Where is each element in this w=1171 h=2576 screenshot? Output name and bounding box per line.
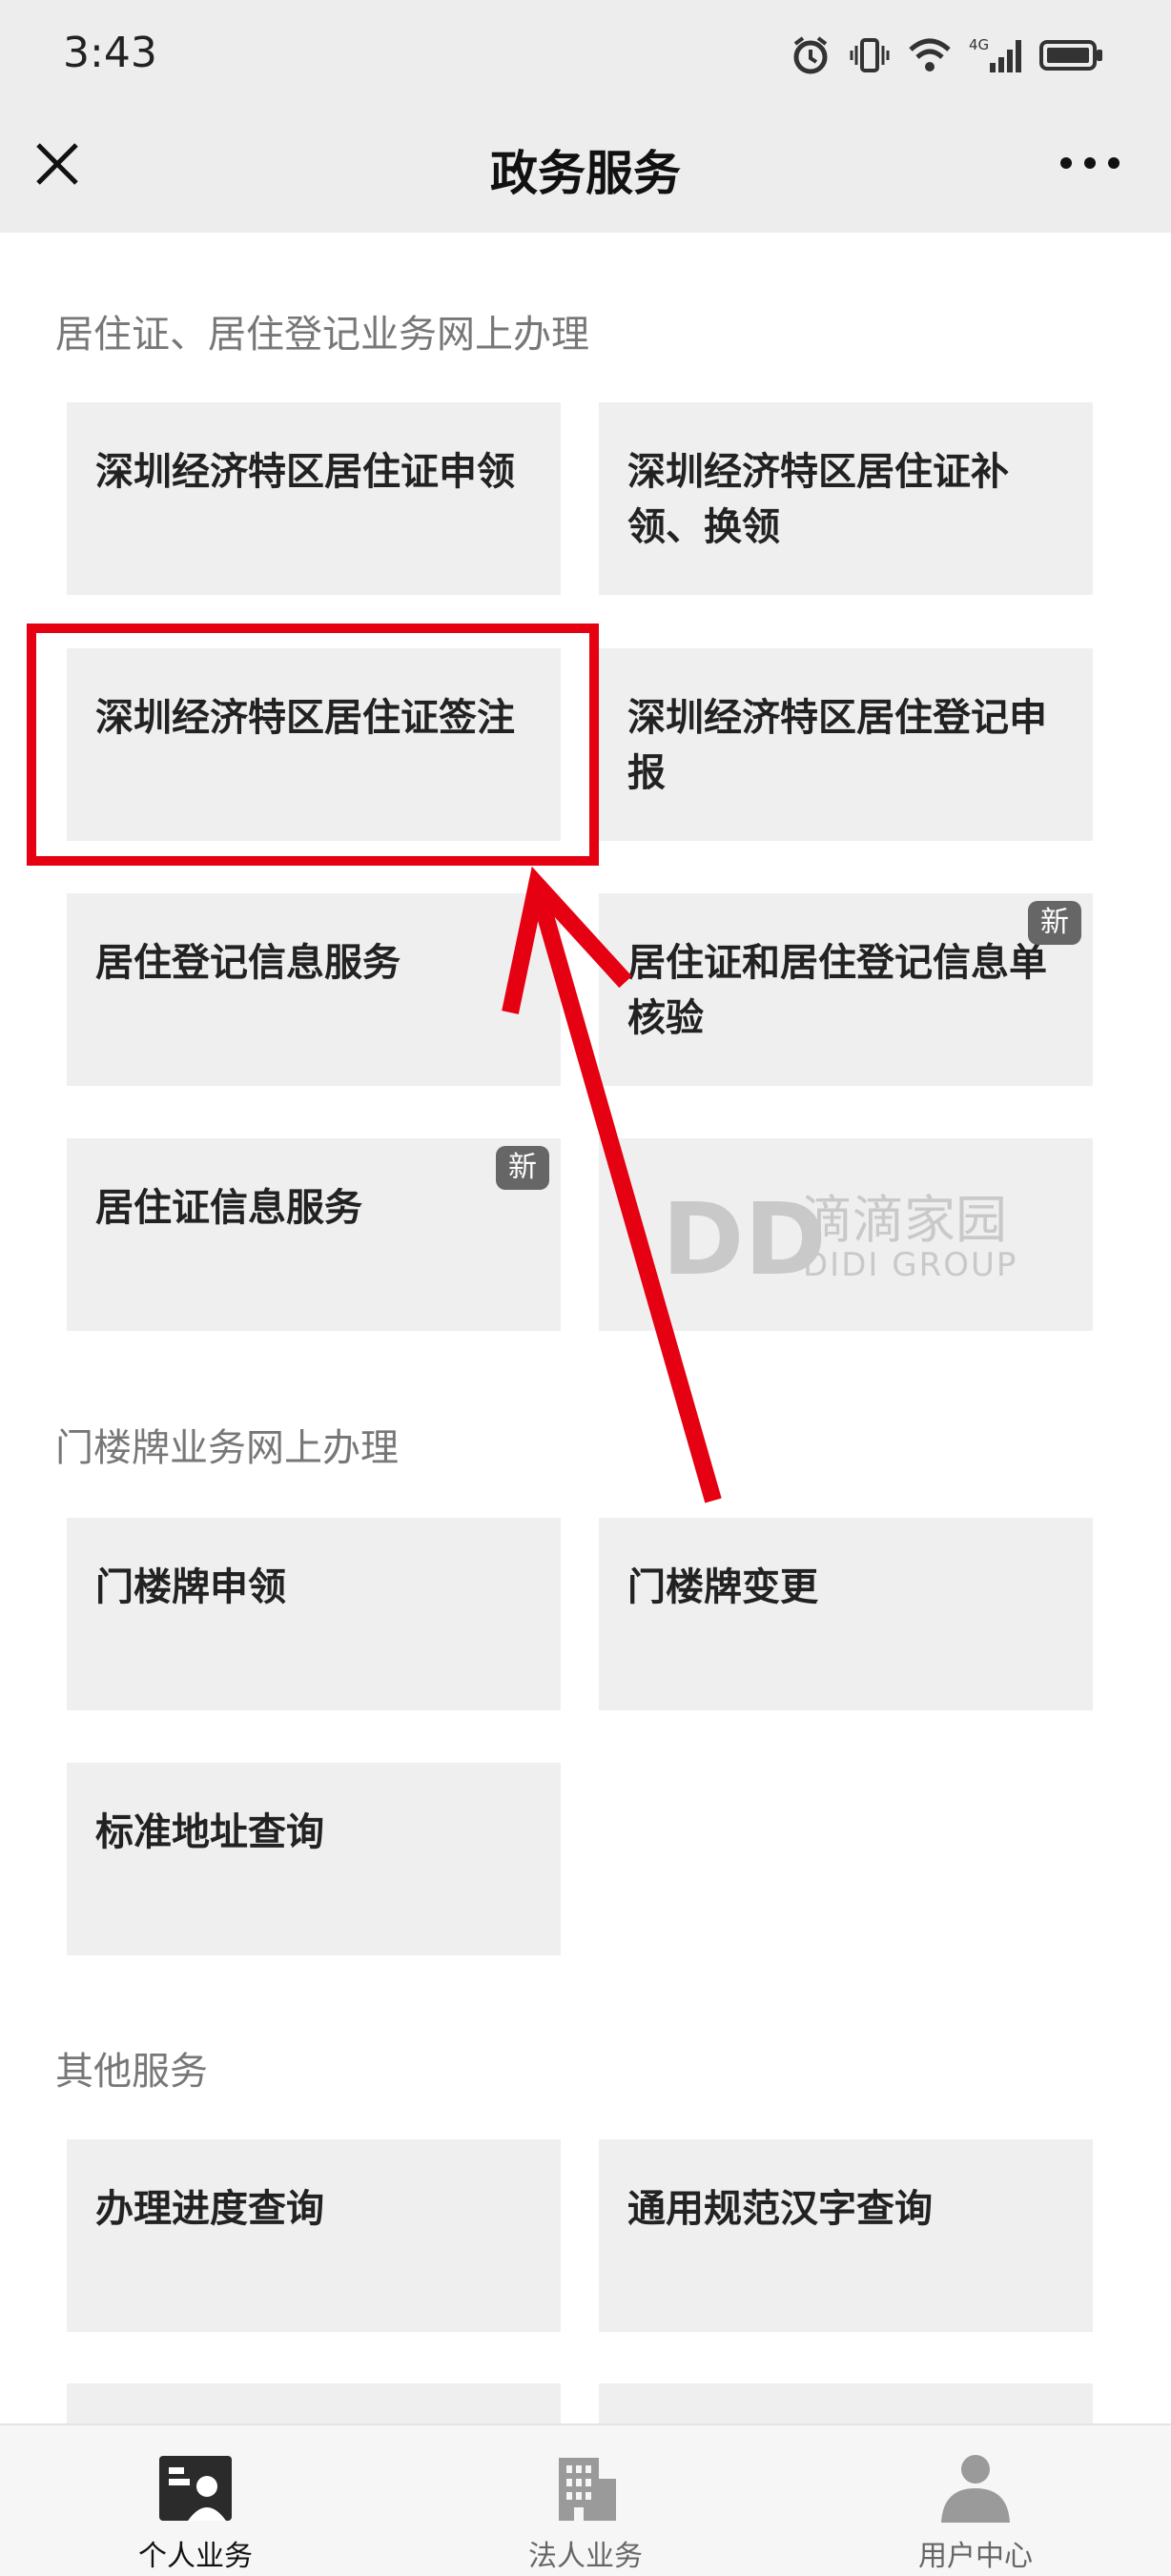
card-partial[interactable] [599,2383,1093,2423]
card-label: 办理进度查询 [95,2187,324,2231]
card-house-number-apply[interactable]: 门楼牌申领 [67,1518,561,1710]
wifi-icon [909,38,951,72]
nav-item-personal[interactable]: 个人业务 [72,2425,319,2576]
card-label: 标准地址查询 [95,1810,324,1854]
nav-label: 法人业务 [528,2540,643,2573]
card-residence-permit-apply[interactable]: 深圳经济特区居住证申领 [67,402,561,595]
nav-label: 用户中心 [918,2540,1033,2573]
card-chinese-character-query[interactable]: 通用规范汉字查询 [599,2139,1093,2332]
building-icon [559,2458,616,2521]
section-title-house-number: 门楼牌业务网上办理 [55,1426,399,1470]
signal-icon: 4G [969,36,1021,72]
new-badge: 新 [496,1146,549,1190]
vibrate-icon [850,38,890,72]
card-house-number-change[interactable]: 门楼牌变更 [599,1518,1093,1710]
watermark-name: 滴滴家园 [801,1190,1007,1250]
card-label: 门楼牌申领 [95,1565,286,1609]
status-time: 3:43 [63,29,157,77]
card-label: 居住登记信息服务 [95,941,401,985]
card-permit-info-service[interactable]: 居住证信息服务 新 [67,1138,561,1331]
card-standard-address-query[interactable]: 标准地址查询 [67,1763,561,1955]
network-type: 4G [969,36,989,53]
card-registration-info-verify[interactable]: 居住证和居住登记信息单核验 新 [599,893,1093,1086]
watermark-sub: DIDI GROUP [803,1246,1017,1284]
battery-icon [1039,40,1102,71]
card-partial[interactable] [67,2383,561,2423]
status-bar: 3:43 4G [0,0,1171,114]
card-label: 居住证和居住登记信息单核验 [627,941,1047,1040]
card-residence-registration-declare[interactable]: 深圳经济特区居住登记申报 [599,648,1093,841]
card-label: 通用规范汉字查询 [627,2187,933,2231]
highlight-box [27,624,599,866]
card-progress-query[interactable]: 办理进度查询 [67,2139,561,2332]
user-icon [941,2455,1010,2523]
person-card-icon [159,2456,232,2521]
card-label: 门楼牌变更 [627,1565,818,1609]
card-label: 深圳经济特区居住登记申报 [627,696,1047,795]
card-registration-info-service[interactable]: 居住登记信息服务 [67,893,561,1086]
didi-watermark-logo: DD 滴滴家园 DIDI GROUP [662,1190,1017,1285]
section-title-residence: 居住证、居住登记业务网上办理 [55,313,589,357]
new-badge: 新 [1028,901,1081,945]
card-label: 深圳经济特区居住证补领、换领 [627,450,1009,549]
nav-item-user-center[interactable]: 用户中心 [852,2425,1099,2576]
card-label: 深圳经济特区居住证申领 [95,450,515,494]
card-residence-permit-reissue[interactable]: 深圳经济特区居住证补领、换领 [599,402,1093,595]
more-options-icon[interactable] [1057,139,1123,187]
card-label: 居住证信息服务 [95,1186,362,1230]
status-icons: 4G [790,34,1104,76]
alarm-icon [793,36,828,74]
page-header: 政务服务 [0,114,1171,233]
page-title: 政务服务 [490,146,681,201]
nav-item-legal[interactable]: 法人业务 [462,2425,709,2576]
bottom-nav: 个人业务 法人业务 用户中心 [0,2423,1171,2576]
nav-label: 个人业务 [138,2540,253,2573]
section-title-other: 其他服务 [55,2050,208,2094]
